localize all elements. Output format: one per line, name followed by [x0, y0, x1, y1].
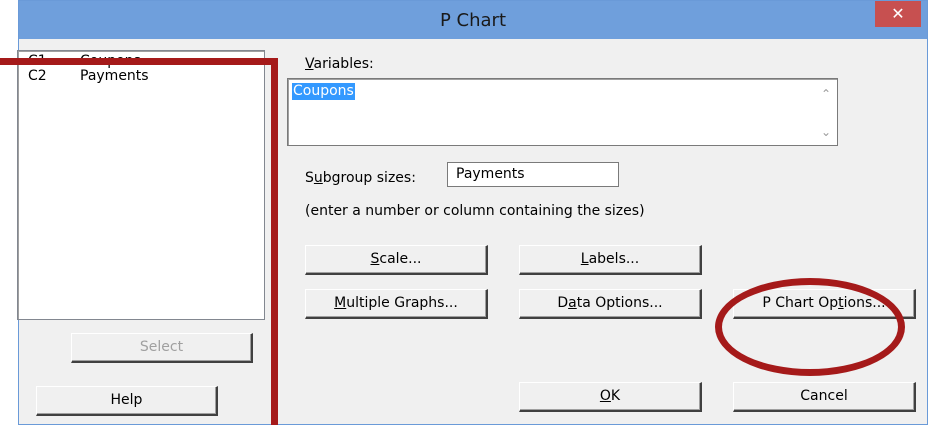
- highlight-ellipse: [715, 278, 905, 376]
- highlight-bracket-top: [0, 58, 278, 65]
- scale-button[interactable]: Scale...: [305, 245, 488, 275]
- subgroup-sizes-label: Subgroup sizes:: [305, 170, 416, 186]
- ok-button[interactable]: OK: [519, 382, 702, 412]
- column-list[interactable]: C1 Coupons C2 Payments: [17, 50, 265, 320]
- subgroup-sizes-input[interactable]: Payments: [447, 162, 619, 187]
- cancel-button[interactable]: Cancel: [733, 382, 916, 412]
- close-button[interactable]: ✕: [875, 1, 921, 27]
- subgroup-hint: (enter a number or column containing the…: [305, 203, 645, 219]
- help-button[interactable]: Help: [36, 386, 218, 416]
- title-bar[interactable]: P Chart ✕: [19, 1, 927, 39]
- variables-textarea[interactable]: Coupons ⌃ ⌄: [287, 78, 838, 146]
- select-button[interactable]: Select: [71, 333, 253, 363]
- scroll-up-icon[interactable]: ⌃: [817, 85, 835, 103]
- multiple-graphs-button[interactable]: Multiple Graphs...: [305, 289, 488, 319]
- highlight-bracket-right: [271, 58, 278, 425]
- data-options-button[interactable]: Data Options...: [519, 289, 702, 319]
- window-title: P Chart: [439, 10, 507, 31]
- selected-variable-text: Coupons: [292, 83, 355, 100]
- list-item[interactable]: C2 Payments: [28, 68, 248, 84]
- scroll-down-icon[interactable]: ⌄: [817, 123, 835, 141]
- column-id: C2: [28, 68, 47, 84]
- column-name: Payments: [80, 68, 149, 84]
- variables-label: Variables:: [305, 56, 374, 72]
- labels-button[interactable]: Labels...: [519, 245, 702, 275]
